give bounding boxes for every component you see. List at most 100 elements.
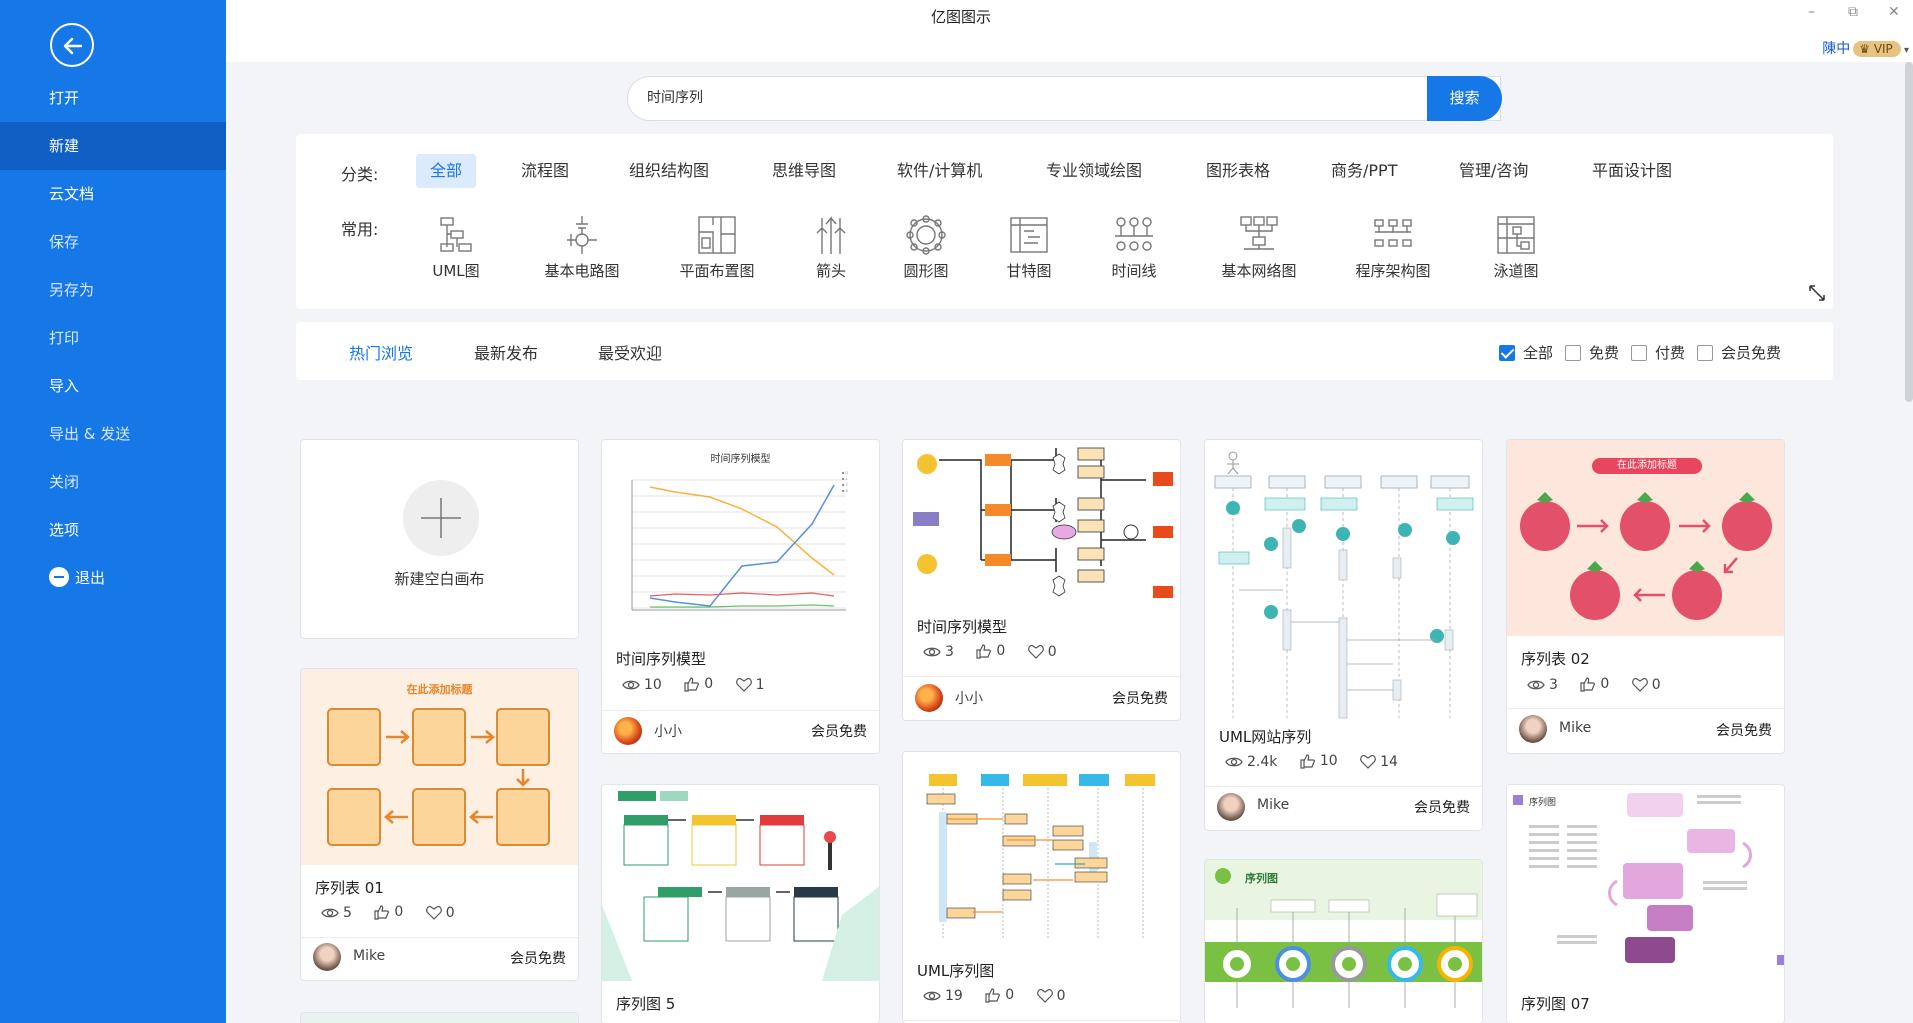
card-divider [903, 1020, 1180, 1021]
views-count: 3 [1549, 677, 1558, 693]
search-button[interactable]: 搜索 [1427, 76, 1502, 121]
common-item-network[interactable]: 基本网络图 [1214, 214, 1304, 281]
category-tab-business[interactable]: 商务/PPT [1331, 154, 1397, 188]
sidebar-item-cloud[interactable]: 云文档 [0, 170, 226, 218]
heart-icon [1631, 677, 1648, 692]
sidebar-item-export[interactable]: 导出 & 发送 [0, 410, 226, 458]
template-card[interactable]: 在此添加标题 序列表 02 3 0 0 Mike 会员免费 [1506, 439, 1785, 754]
back-button[interactable] [50, 23, 94, 67]
likes-count: 10 [1319, 753, 1338, 769]
sidebar-item-import[interactable]: 导入 [0, 362, 226, 410]
template-card[interactable]: 序列图 5 [601, 784, 880, 1023]
filter-all-checkbox[interactable] [1499, 345, 1515, 361]
common-item-timeline[interactable]: 时间线 [1104, 214, 1164, 281]
category-tab-management[interactable]: 管理/咨询 [1459, 154, 1528, 188]
avatar [1519, 715, 1547, 743]
category-tab-professional[interactable]: 专业领域绘图 [1046, 154, 1142, 188]
search-input[interactable]: 时间序列 [627, 76, 1501, 121]
template-stats: 3 0 0 [1527, 676, 1679, 696]
category-tab-org[interactable]: 组织结构图 [629, 154, 709, 188]
heart-icon [1027, 644, 1044, 659]
template-thumbnail: 在此添加标题 [301, 669, 578, 865]
category-tab-software[interactable]: 软件/计算机 [897, 154, 982, 188]
minimize-button[interactable]: – [1808, 4, 1815, 20]
filter-paid[interactable]: 付费 [1631, 342, 1685, 363]
tab-hot[interactable]: 热门浏览 [349, 340, 413, 364]
filter-paid-checkbox[interactable] [1631, 345, 1647, 361]
sidebar-item-close[interactable]: 关闭 [0, 458, 226, 506]
scrollbar[interactable] [1905, 62, 1913, 402]
sidebar-item-print[interactable]: 打印 [0, 314, 226, 362]
author-name[interactable]: Mike [1559, 720, 1591, 736]
common-item-arrow[interactable]: 箭头 [806, 214, 856, 281]
blank-canvas-label: 新建空白画布 [394, 570, 485, 588]
sidebar-item-open[interactable]: 打开 [0, 74, 226, 122]
template-card[interactable]: UML序列图 19 0 0 [902, 751, 1181, 1023]
avatar [915, 684, 943, 712]
category-tab-graphic[interactable]: 平面设计图 [1592, 154, 1672, 188]
expand-icon[interactable] [1808, 284, 1826, 302]
template-card[interactable]: 时间序列模型 ■ 0 ■ 1 ■ 2 ■ 3 时间序列模型 10 0 1 小小 会员免… [601, 439, 880, 754]
common-item-architecture[interactable]: 程序架构图 [1348, 214, 1438, 281]
filter-free[interactable]: 免费 [1565, 342, 1619, 363]
common-item-gantt[interactable]: 甘特图 [999, 214, 1059, 281]
thumbnail-title: 在此添加标题 [406, 683, 473, 696]
template-stats: 3 0 0 [923, 643, 1075, 663]
thumbnail-title: 序列图 [1529, 798, 1557, 808]
card-divider [1507, 708, 1784, 709]
author-name[interactable]: 小小 [654, 721, 682, 741]
template-card[interactable] [300, 1012, 579, 1023]
common-item-circuit[interactable]: 基本电路图 [537, 214, 627, 281]
views-count: 3 [945, 644, 954, 660]
sidebar-item-save[interactable]: 保存 [0, 218, 226, 266]
common-item-label: 基本电路图 [544, 262, 620, 280]
filter-vip-free[interactable]: 会员免费 [1697, 342, 1781, 363]
common-item-swimlane[interactable]: 泳道图 [1486, 214, 1546, 281]
sidebar-item-new[interactable]: 新建 [0, 122, 226, 170]
svg-text:■ 3: ■ 3 [842, 488, 849, 493]
filter-vip-free-checkbox[interactable] [1697, 345, 1713, 361]
sidebar-item-options[interactable]: 选项 [0, 506, 226, 554]
tab-latest[interactable]: 最新发布 [474, 340, 538, 364]
blank-canvas-card[interactable]: 新建空白画布 [300, 439, 579, 639]
template-thumbnail [903, 440, 1180, 610]
heart-icon [1360, 754, 1376, 769]
sidebar-item-save-as[interactable]: 另存为 [0, 266, 226, 314]
card-divider [903, 676, 1180, 677]
user-menu[interactable]: 陳中 ♛ VIP ▾ [1822, 38, 1909, 60]
filter-all[interactable]: 全部 [1499, 342, 1553, 363]
chevron-down-icon: ▾ [1900, 45, 1909, 56]
template-card[interactable]: 在此添加标题 序列表 01 5 0 0 Mike 会员免费 [300, 668, 579, 981]
template-stats: 19 0 0 [923, 987, 1084, 1007]
template-card[interactable]: 序列图 序列图 07 [1506, 784, 1785, 1023]
category-tab-table[interactable]: 图形表格 [1206, 154, 1270, 188]
template-stats: 2.4k 10 14 [1225, 753, 1416, 773]
common-item-floorplan[interactable]: 平面布置图 [672, 214, 762, 281]
likes-count: 0 [704, 676, 714, 692]
common-item-uml[interactable]: UML图 [431, 214, 481, 281]
template-card[interactable]: 序列图 [1204, 859, 1483, 1023]
common-label: 常用: [341, 220, 379, 239]
filter-free-checkbox[interactable] [1565, 345, 1581, 361]
common-item-label: 基本网络图 [1221, 262, 1297, 280]
category-tab-flowchart[interactable]: 流程图 [521, 154, 569, 188]
template-thumbnail: 序列图 [1205, 860, 1482, 1023]
sidebar-item-exit[interactable]: 退出 [0, 554, 226, 602]
tab-popular[interactable]: 最受欢迎 [598, 340, 662, 364]
author-name[interactable]: Mike [353, 948, 385, 964]
template-card[interactable]: UML网站序列 2.4k 10 14 Mike 会员免费 [1204, 439, 1483, 831]
author-name[interactable]: Mike [1257, 797, 1289, 813]
price-label: 会员免费 [1112, 691, 1168, 707]
close-button[interactable]: ✕ [1888, 4, 1900, 20]
eye-icon [923, 991, 941, 1001]
restore-button[interactable]: ⧉ [1848, 4, 1858, 20]
filter-free-label: 免费 [1589, 344, 1620, 362]
category-tab-mindmap[interactable]: 思维导图 [772, 154, 836, 188]
template-card[interactable]: 时间序列模型 3 0 0 小小 会员免费 [902, 439, 1181, 721]
common-item-circle[interactable]: 圆形图 [896, 214, 956, 281]
category-tab-all[interactable]: 全部 [416, 154, 477, 188]
template-stats: 10 0 1 [622, 676, 783, 696]
author-name[interactable]: 小小 [955, 688, 983, 708]
thumbs-up-icon [985, 988, 1001, 1003]
template-title: UML序列图 [917, 962, 995, 980]
